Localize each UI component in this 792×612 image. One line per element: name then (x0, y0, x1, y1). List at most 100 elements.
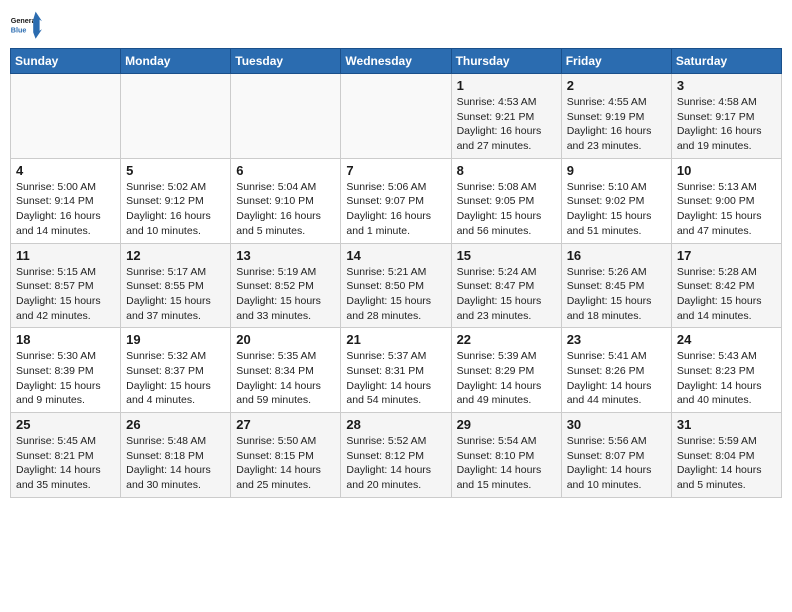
day-number: 18 (16, 332, 115, 347)
day-info: Sunrise: 5:24 AMSunset: 8:47 PMDaylight:… (457, 265, 556, 324)
calendar-week-row: 11 Sunrise: 5:15 AMSunset: 8:57 PMDayligh… (11, 243, 782, 328)
day-number: 6 (236, 163, 335, 178)
calendar-week-row: 25 Sunrise: 5:45 AMSunset: 8:21 PMDayligh… (11, 413, 782, 498)
calendar-cell: 26 Sunrise: 5:48 AMSunset: 8:18 PMDayligh… (121, 413, 231, 498)
day-info: Sunrise: 5:50 AMSunset: 8:15 PMDaylight:… (236, 434, 335, 493)
day-number: 11 (16, 248, 115, 263)
day-info: Sunrise: 5:10 AMSunset: 9:02 PMDaylight:… (567, 180, 666, 239)
day-number: 1 (457, 78, 556, 93)
day-info: Sunrise: 5:43 AMSunset: 8:23 PMDaylight:… (677, 349, 776, 408)
day-number: 31 (677, 417, 776, 432)
day-number: 14 (346, 248, 445, 263)
calendar-cell: 9 Sunrise: 5:10 AMSunset: 9:02 PMDaylight… (561, 158, 671, 243)
calendar-cell: 15 Sunrise: 5:24 AMSunset: 8:47 PMDayligh… (451, 243, 561, 328)
calendar-cell: 30 Sunrise: 5:56 AMSunset: 8:07 PMDayligh… (561, 413, 671, 498)
day-info: Sunrise: 5:21 AMSunset: 8:50 PMDaylight:… (346, 265, 445, 324)
day-number: 12 (126, 248, 225, 263)
day-number: 21 (346, 332, 445, 347)
calendar-cell: 31Sunrise: 5:59 AMSunset: 8:04 PMDayligh… (671, 413, 781, 498)
day-number: 20 (236, 332, 335, 347)
calendar-cell: 14 Sunrise: 5:21 AMSunset: 8:50 PMDayligh… (341, 243, 451, 328)
day-number: 16 (567, 248, 666, 263)
calendar-cell: 3Sunrise: 4:58 AMSunset: 9:17 PMDaylight… (671, 74, 781, 159)
day-number: 27 (236, 417, 335, 432)
calendar-cell: 19 Sunrise: 5:32 AMSunset: 8:37 PMDayligh… (121, 328, 231, 413)
day-info: Sunrise: 4:55 AMSunset: 9:19 PMDaylight:… (567, 95, 666, 154)
calendar-header-row: SundayMondayTuesdayWednesdayThursdayFrid… (11, 49, 782, 74)
day-number: 30 (567, 417, 666, 432)
calendar-cell: 1 Sunrise: 4:53 AMSunset: 9:21 PMDaylight… (451, 74, 561, 159)
day-number: 3 (677, 78, 776, 93)
calendar-cell: 27 Sunrise: 5:50 AMSunset: 8:15 PMDayligh… (231, 413, 341, 498)
calendar-cell (341, 74, 451, 159)
day-info: Sunrise: 5:28 AMSunset: 8:42 PMDaylight:… (677, 265, 776, 324)
calendar-cell (11, 74, 121, 159)
calendar-cell: 8Sunrise: 5:08 AMSunset: 9:05 PMDaylight… (451, 158, 561, 243)
day-number: 5 (126, 163, 225, 178)
calendar-cell: 18 Sunrise: 5:30 AMSunset: 8:39 PMDayligh… (11, 328, 121, 413)
calendar-cell: 12 Sunrise: 5:17 AMSunset: 8:55 PMDayligh… (121, 243, 231, 328)
day-info: Sunrise: 5:45 AMSunset: 8:21 PMDaylight:… (16, 434, 115, 493)
day-info: Sunrise: 5:15 AMSunset: 8:57 PMDaylight:… (16, 265, 115, 324)
calendar-cell: 17 Sunrise: 5:28 AMSunset: 8:42 PMDayligh… (671, 243, 781, 328)
calendar-cell: 21 Sunrise: 5:37 AMSunset: 8:31 PMDayligh… (341, 328, 451, 413)
calendar-cell: 28Sunrise: 5:52 AMSunset: 8:12 PMDayligh… (341, 413, 451, 498)
day-info: Sunrise: 5:06 AMSunset: 9:07 PMDaylight:… (346, 180, 445, 239)
day-info: Sunrise: 5:19 AMSunset: 8:52 PMDaylight:… (236, 265, 335, 324)
calendar-cell: 29Sunrise: 5:54 AMSunset: 8:10 PMDayligh… (451, 413, 561, 498)
day-info: Sunrise: 5:56 AMSunset: 8:07 PMDaylight:… (567, 434, 666, 493)
day-info: Sunrise: 5:13 AMSunset: 9:00 PMDaylight:… (677, 180, 776, 239)
day-info: Sunrise: 5:30 AMSunset: 8:39 PMDaylight:… (16, 349, 115, 408)
day-number: 17 (677, 248, 776, 263)
calendar-cell: 7 Sunrise: 5:06 AMSunset: 9:07 PMDaylight… (341, 158, 451, 243)
calendar-cell: 20 Sunrise: 5:35 AMSunset: 8:34 PMDayligh… (231, 328, 341, 413)
calendar-cell (231, 74, 341, 159)
calendar-cell: 22 Sunrise: 5:39 AMSunset: 8:29 PMDayligh… (451, 328, 561, 413)
day-info: Sunrise: 5:39 AMSunset: 8:29 PMDaylight:… (457, 349, 556, 408)
weekday-header-tuesday: Tuesday (231, 49, 341, 74)
weekday-header-wednesday: Wednesday (341, 49, 451, 74)
day-number: 23 (567, 332, 666, 347)
day-number: 9 (567, 163, 666, 178)
calendar-cell: 11 Sunrise: 5:15 AMSunset: 8:57 PMDayligh… (11, 243, 121, 328)
day-info: Sunrise: 5:35 AMSunset: 8:34 PMDaylight:… (236, 349, 335, 408)
weekday-header-thursday: Thursday (451, 49, 561, 74)
calendar-cell: 23 Sunrise: 5:41 AMSunset: 8:26 PMDayligh… (561, 328, 671, 413)
page-header: General Blue (10, 10, 782, 42)
day-number: 22 (457, 332, 556, 347)
day-info: Sunrise: 5:17 AMSunset: 8:55 PMDaylight:… (126, 265, 225, 324)
calendar-cell (121, 74, 231, 159)
day-number: 19 (126, 332, 225, 347)
day-info: Sunrise: 5:04 AMSunset: 9:10 PMDaylight:… (236, 180, 335, 239)
day-number: 24 (677, 332, 776, 347)
day-info: Sunrise: 5:26 AMSunset: 8:45 PMDaylight:… (567, 265, 666, 324)
day-number: 7 (346, 163, 445, 178)
day-info: Sunrise: 5:48 AMSunset: 8:18 PMDaylight:… (126, 434, 225, 493)
weekday-header-monday: Monday (121, 49, 231, 74)
day-info: Sunrise: 5:32 AMSunset: 8:37 PMDaylight:… (126, 349, 225, 408)
calendar-cell: 2Sunrise: 4:55 AMSunset: 9:19 PMDaylight… (561, 74, 671, 159)
day-number: 26 (126, 417, 225, 432)
day-number: 29 (457, 417, 556, 432)
day-number: 25 (16, 417, 115, 432)
calendar-week-row: 1 Sunrise: 4:53 AMSunset: 9:21 PMDaylight… (11, 74, 782, 159)
day-info: Sunrise: 4:53 AMSunset: 9:21 PMDaylight:… (457, 95, 556, 154)
calendar-cell: 16 Sunrise: 5:26 AMSunset: 8:45 PMDayligh… (561, 243, 671, 328)
day-info: Sunrise: 5:08 AMSunset: 9:05 PMDaylight:… (457, 180, 556, 239)
day-number: 10 (677, 163, 776, 178)
day-number: 28 (346, 417, 445, 432)
weekday-header-friday: Friday (561, 49, 671, 74)
day-number: 15 (457, 248, 556, 263)
calendar-week-row: 18 Sunrise: 5:30 AMSunset: 8:39 PMDayligh… (11, 328, 782, 413)
svg-text:Blue: Blue (11, 25, 27, 34)
calendar-cell: 13 Sunrise: 5:19 AMSunset: 8:52 PMDayligh… (231, 243, 341, 328)
calendar-cell: 6 Sunrise: 5:04 AMSunset: 9:10 PMDaylight… (231, 158, 341, 243)
calendar-cell: 25 Sunrise: 5:45 AMSunset: 8:21 PMDayligh… (11, 413, 121, 498)
day-info: Sunrise: 5:41 AMSunset: 8:26 PMDaylight:… (567, 349, 666, 408)
calendar-cell: 4Sunrise: 5:00 AMSunset: 9:14 PMDaylight… (11, 158, 121, 243)
logo-icon: General Blue (10, 10, 42, 42)
day-number: 13 (236, 248, 335, 263)
weekday-header-sunday: Sunday (11, 49, 121, 74)
day-number: 4 (16, 163, 115, 178)
day-info: Sunrise: 5:37 AMSunset: 8:31 PMDaylight:… (346, 349, 445, 408)
